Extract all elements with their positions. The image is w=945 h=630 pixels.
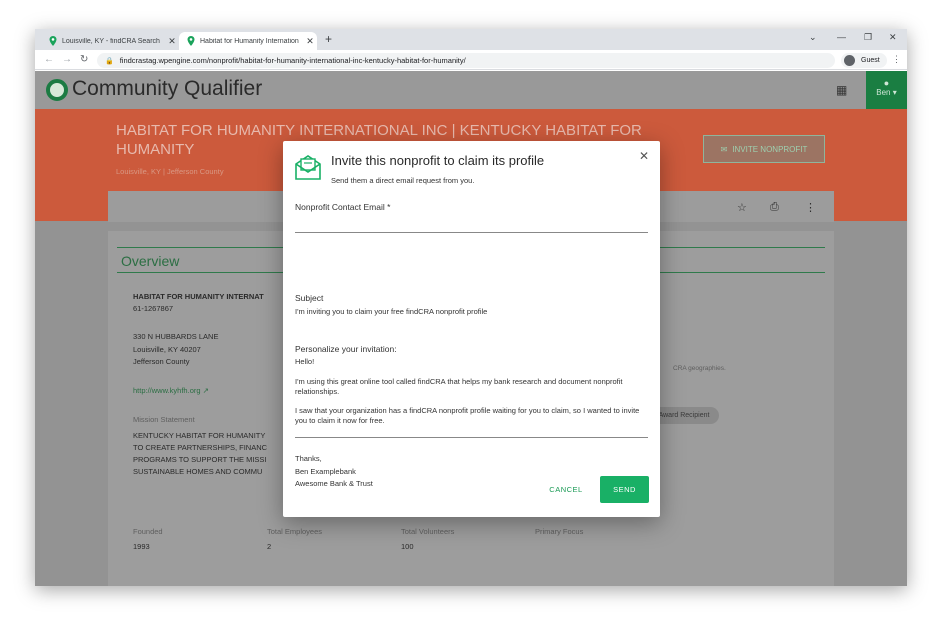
modal-title: Invite this nonprofit to claim its profi… xyxy=(331,153,545,168)
user-icon: ● xyxy=(883,78,890,88)
caret-down-icon: ▾ xyxy=(890,88,897,97)
close-icon[interactable]: ✕ xyxy=(639,149,649,163)
tab-search[interactable]: Louisville, KY - findCRA Search ✕ xyxy=(41,32,179,50)
website-link[interactable]: http://www.kyhfh.org ↗ xyxy=(133,386,209,395)
map-pin-icon xyxy=(49,36,57,46)
signer-name: Ben Examplebank xyxy=(295,467,356,476)
mission-line: PROGRAMS TO SUPPORT THE MISSI xyxy=(133,455,267,464)
signoff: Thanks, xyxy=(295,454,322,463)
tab-strip: Louisville, KY - findCRA Search ✕ Habita… xyxy=(35,29,907,50)
tab-search-chevron-icon[interactable]: ⌄ xyxy=(809,32,817,43)
browser-window: Louisville, KY - findCRA Search ✕ Habita… xyxy=(35,29,907,586)
browser-menu-icon[interactable]: ⋮ xyxy=(892,54,901,65)
forward-icon[interactable]: → xyxy=(62,54,72,65)
reload-icon[interactable]: ↻ xyxy=(80,54,88,65)
org-name: HABITAT FOR HUMANITY INTERNAT xyxy=(133,292,264,301)
invite-nonprofit-label: INVITE NONPROFIT xyxy=(732,144,808,154)
address-bar: ← → ↻ 🔒 findcrastag.wpengine.com/nonprof… xyxy=(35,50,907,70)
star-icon[interactable]: ☆ xyxy=(737,201,747,214)
restore-icon[interactable]: ❐ xyxy=(864,32,872,43)
stat-label: Total Volunteers xyxy=(401,527,455,536)
message-greeting[interactable]: Hello! xyxy=(295,357,650,367)
county: Jefferson County xyxy=(133,357,190,366)
profile-label: Guest xyxy=(861,57,880,64)
print-icon[interactable]: ⎙ xyxy=(770,201,779,214)
website-link-label: http://www.kyhfh.org xyxy=(133,386,201,395)
user-menu-button[interactable]: ● Ben ▾ xyxy=(866,71,907,109)
new-tab-button[interactable]: + xyxy=(325,32,332,46)
stat-label: Founded xyxy=(133,527,163,536)
envelope-icon: ✉ xyxy=(720,144,728,154)
invite-nonprofit-button[interactable]: ✉ INVITE NONPROFIT xyxy=(703,135,825,163)
email-label: Nonprofit Contact Email * xyxy=(295,202,391,212)
tab-nonprofit[interactable]: Habitat for Humanity Internation ✕ xyxy=(179,32,317,50)
minimize-icon[interactable]: — xyxy=(837,32,846,42)
message-paragraph[interactable]: I saw that your organization has a findC… xyxy=(295,406,650,426)
apps-grid-icon[interactable]: ▦ xyxy=(836,83,847,97)
stat-label: Primary Focus xyxy=(535,527,584,536)
mission-line: KENTUCKY HABITAT FOR HUMANITY xyxy=(133,431,266,440)
close-tab-icon[interactable]: ✕ xyxy=(303,36,317,47)
modal-subtitle: Send them a direct email request from yo… xyxy=(331,176,475,185)
address-line1: 330 N HUBBARDS LANE xyxy=(133,332,219,341)
mission-label: Mission Statement xyxy=(133,415,195,424)
profile-button[interactable]: Guest xyxy=(841,53,887,68)
personalize-label: Personalize your invitation: xyxy=(295,344,397,354)
tab-label: Louisville, KY - findCRA Search xyxy=(62,37,160,45)
user-name: Ben xyxy=(876,88,891,97)
signer-org: Awesome Bank & Trust xyxy=(295,479,373,488)
invite-modal: Invite this nonprofit to claim its profi… xyxy=(283,141,660,517)
tab-label: Habitat for Humanity Internation xyxy=(200,37,299,45)
avatar-icon xyxy=(844,55,855,66)
map-pin-icon xyxy=(187,36,195,46)
close-window-icon[interactable]: ✕ xyxy=(889,32,897,43)
app-name[interactable]: Community Qualifier xyxy=(72,77,262,101)
url-field[interactable]: 🔒 findcrastag.wpengine.com/nonprofit/hab… xyxy=(97,53,835,68)
envelope-open-icon xyxy=(295,155,321,180)
send-button[interactable]: SEND xyxy=(600,476,649,503)
mission-line: TO CREATE PARTNERSHIPS, FINANC xyxy=(133,443,268,452)
message-divider xyxy=(295,437,648,438)
logo-icon xyxy=(46,79,68,101)
back-icon[interactable]: ← xyxy=(44,54,54,65)
url-text: findcrastag.wpengine.com/nonprofit/habit… xyxy=(119,56,466,65)
external-link-icon: ↗ xyxy=(202,386,209,395)
email-field[interactable] xyxy=(295,216,648,233)
org-ein: 61-1267867 xyxy=(133,304,174,313)
stat-value: 100 xyxy=(401,542,414,551)
stat-label: Total Employees xyxy=(267,527,323,536)
overview-title: Overview xyxy=(121,253,180,269)
cancel-button[interactable]: CANCEL xyxy=(541,477,591,502)
geo-note: CRA geographies. xyxy=(673,365,726,372)
message-paragraph[interactable]: I'm using this great online tool called … xyxy=(295,377,650,397)
more-options-icon[interactable]: ⋮ xyxy=(805,201,816,214)
subject-label: Subject xyxy=(295,293,324,303)
close-tab-icon[interactable]: ✕ xyxy=(165,36,179,47)
lock-icon: 🔒 xyxy=(105,57,114,65)
stat-value: 1993 xyxy=(133,542,150,551)
stat-value: 2 xyxy=(267,542,272,551)
app-header: Community Qualifier ▦ ● Ben ▾ xyxy=(35,71,907,109)
mission-line: SUSTAINABLE HOMES AND COMMU xyxy=(133,467,263,476)
nonprofit-location: Louisville, KY | Jefferson County xyxy=(116,167,224,176)
address-line2: Louisville, KY 40207 xyxy=(133,345,201,354)
subject-field[interactable]: I'm inviting you to claim your free find… xyxy=(295,307,650,317)
